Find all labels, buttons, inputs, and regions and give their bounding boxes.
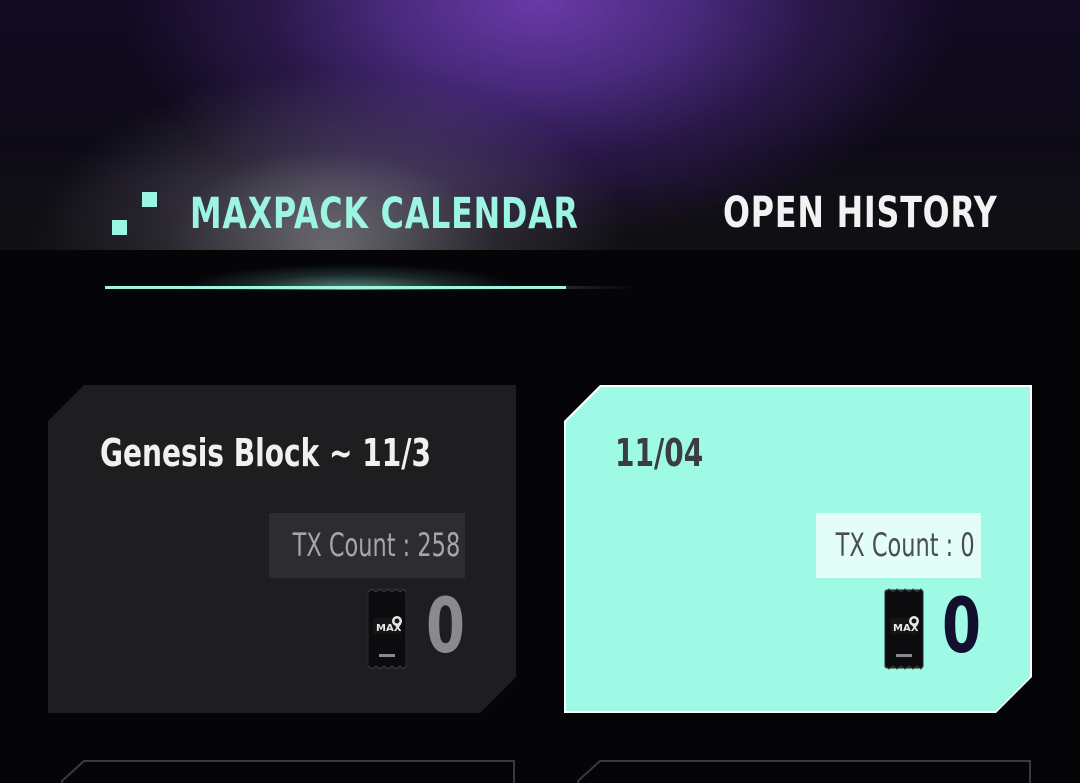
card-title: Genesis Block ~ 11/3 (100, 431, 431, 475)
pixel-logo-icon (112, 192, 160, 236)
calendar-card-1104[interactable]: 11/04 TX Count : 0 MAX 0 (564, 385, 1032, 713)
tx-count-label: TX Count : 258 (292, 526, 461, 564)
calendar-card-genesis[interactable]: Genesis Block ~ 11/3 TX Count : 258 MAX … (48, 385, 516, 713)
active-tab-underline (105, 286, 566, 289)
maxpack-pack-icon: MAX (884, 588, 924, 670)
maxpack-pack-icon: MAX (367, 588, 407, 670)
tab-open-history[interactable]: OPEN HISTORY (723, 187, 998, 239)
active-tab-glow (180, 250, 520, 290)
tx-count-label: TX Count : 0 (835, 526, 975, 564)
pack-count: 0 (942, 581, 982, 670)
card-title: 11/04 (615, 431, 704, 475)
next-row-cards-peek (61, 760, 1031, 783)
tab-maxpack-calendar[interactable]: MAXPACK CALENDAR (190, 188, 579, 240)
tx-count-badge: TX Count : 0 (816, 513, 981, 578)
tx-count-badge: TX Count : 258 (269, 513, 465, 578)
card-body-selected: 11/04 TX Count : 0 MAX 0 (566, 387, 1030, 711)
pack-count: 0 (426, 581, 466, 670)
tab-underline-fade (566, 286, 636, 289)
